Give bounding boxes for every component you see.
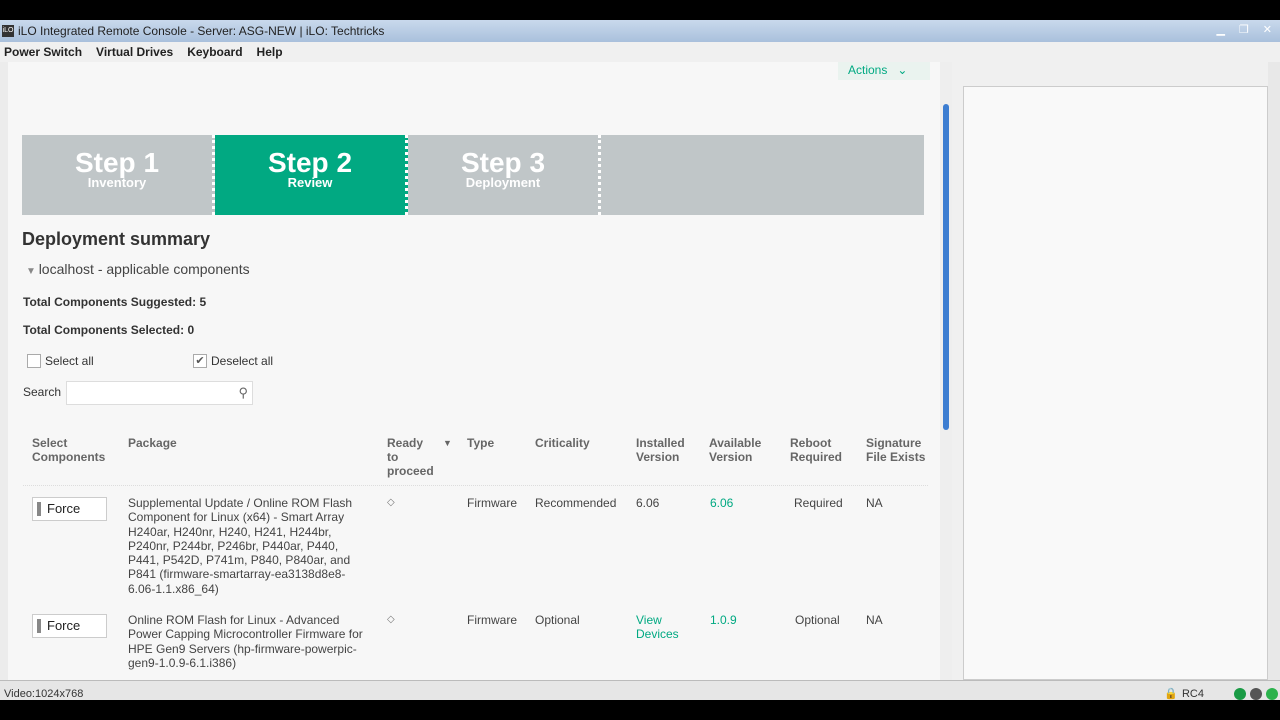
header-divider [23,485,928,486]
page-title: Deployment summary [22,229,211,249]
col-available[interactable]: Available Version [709,436,774,464]
step-review[interactable]: Step 2 Review [215,135,408,215]
force-button[interactable]: Force [32,497,107,521]
ready-diamond-icon: ◇ [387,497,395,508]
actions-label: Actions [848,63,888,77]
window-title-bar: iLO iLO Integrated Remote Console - Serv… [0,20,1280,42]
scrollbar-thumb[interactable] [943,104,949,430]
triangle-down-icon: ▼ [26,266,39,277]
menu-bar: Power Switch Virtual Drives Keyboard Hel… [0,42,1280,62]
wizard-steps: Step 1 Inventory Step 2 Review Step 3 Deplo… [22,135,924,215]
available-version-link[interactable]: 1.0.9 [710,613,737,627]
status-bar: Video:1024x768 🔒 RC4 [0,680,1280,700]
type: Firmware [467,613,517,627]
step-deployment[interactable]: Step 3 Deployment [408,135,601,215]
deselect-all-checkbox[interactable]: ✔ Deselect all [193,354,273,368]
col-ready[interactable]: Ready to proceed [387,436,434,478]
signature: NA [866,496,883,510]
host-section-toggle[interactable]: ▼ localhost - applicable components [26,261,250,277]
menu-keyboard[interactable]: Keyboard [187,45,242,59]
package-name: Supplemental Update / Online ROM Flash C… [128,496,353,596]
criticality: Optional [535,613,580,627]
step-number: Step 1 [74,147,160,178]
select-all-label: Select all [45,354,94,368]
right-panel [952,62,1268,680]
col-type[interactable]: Type [467,436,494,450]
col-signature[interactable]: Signature File Exists [866,436,930,464]
host-label: localhost - applicable components [38,261,250,277]
maximize-icon[interactable]: ❐ [1239,23,1249,36]
col-package[interactable]: Package [128,436,177,450]
step-number: Step 2 [267,147,353,178]
search-input[interactable]: ⚲ [66,381,253,405]
total-suggested: Total Components Suggested: 5 [23,295,207,309]
status-gray-icon [1250,687,1262,700]
menu-power-switch[interactable]: Power Switch [4,45,82,59]
console-content: Actions ⌄ Step 1 Inventory Step 2 Review S… [0,62,940,680]
total-selected: Total Components Selected: 0 [23,323,195,337]
checkmark-icon[interactable]: ✔ [193,354,207,368]
menu-virtual-drives[interactable]: Virtual Drives [96,45,173,59]
col-reboot[interactable]: Reboot Required [790,436,850,464]
reboot-required: Optional [795,613,840,627]
chevron-down-icon: ⌄ [890,63,908,77]
power-icon[interactable] [1266,687,1278,700]
step-label: Inventory [87,175,147,190]
cipher: RC4 [1181,687,1204,700]
step-label: Deployment [465,175,541,190]
type: Firmware [467,496,517,510]
force-button[interactable]: Force [32,614,107,638]
search-icon[interactable]: ⚲ [238,385,248,401]
step-number: Step 3 [460,147,546,178]
col-criticality[interactable]: Criticality [535,436,590,450]
package-name: Online ROM Flash for Linux - Advanced Po… [128,613,363,670]
ready-diamond-icon: ◇ [387,614,395,625]
actions-button[interactable]: Actions ⌄ [838,62,930,80]
content-scrollbar[interactable] [940,62,952,680]
sort-desc-icon[interactable]: ▼ [443,436,452,450]
minimize-icon[interactable]: ▁ [1216,23,1224,36]
window-title: iLO Integrated Remote Console - Server: … [18,24,385,38]
menu-help[interactable]: Help [257,45,283,59]
video-resolution: Video:1024x768 [4,688,84,700]
col-installed[interactable]: Installed Version [636,436,696,464]
step-label: Review [287,175,333,190]
col-select[interactable]: Select Components [32,436,117,464]
step-inventory[interactable]: Step 1 Inventory [22,135,215,215]
status-green-icon [1234,687,1246,700]
installed-version: 6.06 [636,496,660,510]
close-icon[interactable]: ✕ [1263,23,1272,36]
search-label: Search [23,385,62,399]
select-all-checkbox[interactable]: Select all [27,354,94,368]
window-scrollbar[interactable] [1268,62,1280,680]
lock-icon: 🔒 [1164,688,1178,700]
deselect-all-label: Deselect all [211,354,274,368]
view-devices-link[interactable]: View Devices [636,613,686,642]
available-version-link[interactable]: 6.06 [710,496,733,510]
ilo-icon: iLO [2,25,14,37]
reboot-required: Required [794,496,843,510]
right-panel-frame [963,86,1268,680]
signature: NA [866,613,883,627]
criticality: Recommended [535,496,617,510]
checkbox[interactable] [27,354,41,368]
